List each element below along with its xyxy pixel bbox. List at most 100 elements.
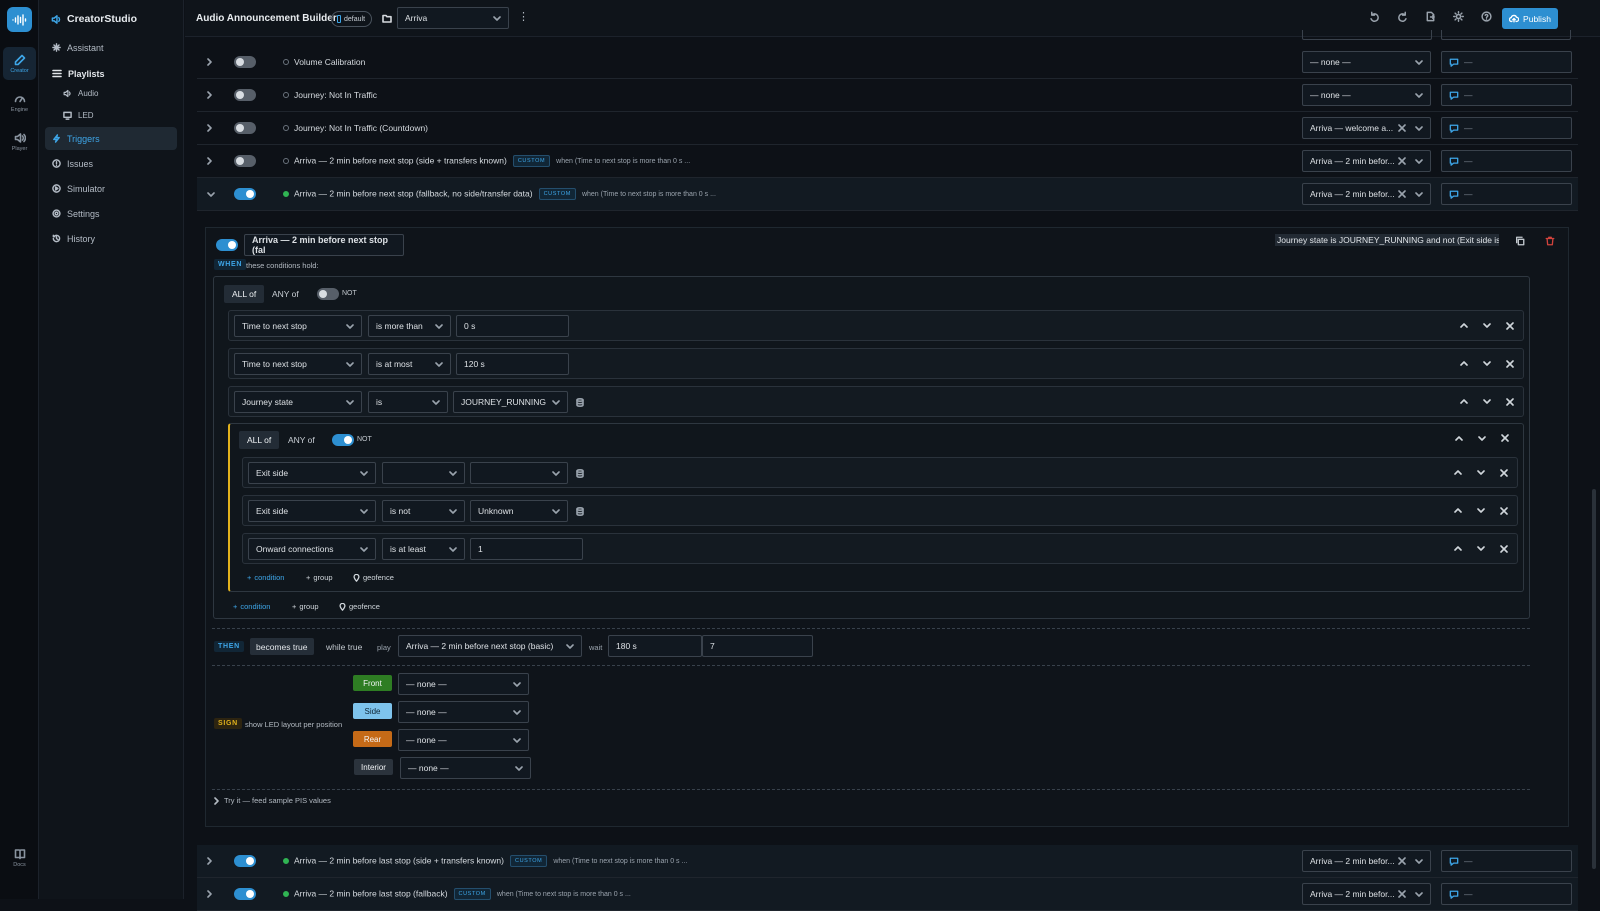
more-vertical-icon[interactable]: ⋮ xyxy=(518,12,529,23)
field-select[interactable]: Exit side xyxy=(248,500,376,522)
led-layout-select[interactable]: — none — xyxy=(400,757,531,779)
led-layout-select[interactable]: — none — xyxy=(398,701,529,723)
trash-icon[interactable] xyxy=(1545,236,1555,246)
help-icon[interactable] xyxy=(1481,11,1492,22)
trigger-row[interactable]: Volume Calibration — none — — xyxy=(197,46,1578,79)
expand-toggle[interactable] xyxy=(207,91,212,99)
rail-docs[interactable]: Docs xyxy=(3,841,36,874)
row-audio-select[interactable]: Arriva — 2 min befor... xyxy=(1302,150,1431,172)
row-audio-select[interactable]: Arriva — 2 min befor... xyxy=(1302,183,1431,205)
row-audio-select[interactable]: Arriva — welcome a... xyxy=(1302,117,1431,139)
remove-condition-button[interactable] xyxy=(1506,360,1514,368)
operator-select[interactable]: is more than xyxy=(368,315,451,337)
expand-toggle[interactable] xyxy=(207,857,212,865)
scrollbar-thumb[interactable] xyxy=(1592,489,1596,869)
trigger-enabled-toggle[interactable] xyxy=(234,155,256,167)
database-icon[interactable] xyxy=(576,507,584,516)
remove-condition-button[interactable] xyxy=(1500,469,1508,477)
operator-select[interactable]: is xyxy=(368,391,448,413)
row-message-input[interactable]: — xyxy=(1441,850,1572,872)
move-down-button[interactable] xyxy=(1483,323,1491,328)
row-message-input[interactable]: — xyxy=(1441,84,1572,106)
field-select[interactable]: Time to next stop xyxy=(234,353,362,375)
move-down-button[interactable] xyxy=(1483,361,1491,366)
chevron-up-icon[interactable] xyxy=(1455,436,1463,441)
value-input[interactable]: 1 xyxy=(470,538,583,560)
sidebar-item-history[interactable]: History xyxy=(45,227,177,250)
row-message-input[interactable]: — xyxy=(1441,51,1572,73)
redo-icon[interactable] xyxy=(1397,11,1408,22)
expand-toggle[interactable] xyxy=(207,191,215,197)
row-message-input[interactable]: — xyxy=(1441,183,1572,205)
tab-any-of[interactable]: ANY of xyxy=(280,431,323,449)
rail-engine[interactable]: Engine xyxy=(3,86,36,119)
value-select[interactable] xyxy=(470,462,568,484)
trigger-enabled-toggle[interactable] xyxy=(234,188,256,200)
row-message-input[interactable]: — xyxy=(1441,117,1572,139)
row-message-input[interactable]: — xyxy=(1441,883,1572,905)
expand-toggle[interactable] xyxy=(207,157,212,165)
add-condition-button[interactable]: + condition xyxy=(247,573,284,582)
clear-icon[interactable] xyxy=(1398,124,1406,132)
move-up-button[interactable] xyxy=(1454,508,1462,513)
row-message-input[interactable]: — xyxy=(1441,150,1572,172)
database-icon[interactable] xyxy=(576,398,584,407)
field-select[interactable]: Exit side xyxy=(248,462,376,484)
add-group-button[interactable]: + group xyxy=(292,602,319,611)
add-condition-button[interactable]: + condition xyxy=(233,602,270,611)
row-audio-select[interactable]: Arriva — 2 min befor... xyxy=(1302,850,1431,872)
row-audio-select[interactable]: Arriva — 2 min befor... xyxy=(1302,883,1431,905)
trigger-row[interactable]: Arriva — 2 min before last stop (fallbac… xyxy=(197,878,1578,911)
field-select[interactable]: Onward connections xyxy=(248,538,376,560)
wait-input[interactable]: 180 s xyxy=(608,635,702,657)
trigger-row[interactable]: Journey: Not In Traffic — none — — xyxy=(197,79,1578,112)
value-input[interactable]: 0 s xyxy=(456,315,569,337)
field-select[interactable]: Journey state xyxy=(234,391,362,413)
trigger-enabled-toggle[interactable] xyxy=(234,56,256,68)
trigger-row[interactable]: Arriva — 2 min before last stop (side + … xyxy=(197,845,1578,878)
expand-toggle[interactable] xyxy=(207,124,212,132)
database-icon[interactable] xyxy=(576,469,584,478)
move-down-button[interactable] xyxy=(1477,470,1485,475)
clear-icon[interactable] xyxy=(1398,157,1406,165)
folder-icon[interactable] xyxy=(382,14,392,23)
editor-enabled-toggle[interactable] xyxy=(216,239,238,251)
move-up-button[interactable] xyxy=(1454,470,1462,475)
chevron-down-icon[interactable] xyxy=(1478,436,1486,441)
operator-select[interactable]: is not xyxy=(382,500,465,522)
remove-condition-button[interactable] xyxy=(1506,398,1514,406)
sidebar-item-settings[interactable]: Settings xyxy=(45,202,177,225)
clear-icon[interactable] xyxy=(1398,890,1406,898)
operator-select[interactable] xyxy=(382,462,465,484)
add-geofence-button[interactable]: geofence xyxy=(353,573,394,582)
play-select[interactable]: Arriva — 2 min before next stop (basic) xyxy=(398,635,582,657)
value-input[interactable]: 120 s xyxy=(456,353,569,375)
move-up-button[interactable] xyxy=(1454,546,1462,551)
rail-player[interactable]: Player xyxy=(3,125,36,158)
clear-icon[interactable] xyxy=(1398,190,1406,198)
add-group-button[interactable]: + group xyxy=(306,573,333,582)
sidebar-item-led[interactable]: LED xyxy=(45,105,177,125)
move-down-button[interactable] xyxy=(1477,546,1485,551)
app-logo-icon[interactable] xyxy=(7,7,32,32)
move-up-button[interactable] xyxy=(1460,323,1468,328)
not-toggle[interactable] xyxy=(332,434,354,446)
sidebar-item-playlists[interactable]: Playlists xyxy=(45,62,177,85)
sidebar-item-simulator[interactable]: Simulator xyxy=(45,177,177,200)
trigger-enabled-toggle[interactable] xyxy=(234,888,256,900)
undo-icon[interactable] xyxy=(1369,11,1380,22)
remove-condition-button[interactable] xyxy=(1506,322,1514,330)
trigger-enabled-toggle[interactable] xyxy=(234,855,256,867)
move-up-button[interactable] xyxy=(1460,399,1468,404)
export-icon[interactable] xyxy=(1425,11,1436,22)
rail-creator[interactable]: Creator xyxy=(3,47,36,80)
publish-button[interactable]: Publish xyxy=(1502,8,1558,29)
not-toggle[interactable] xyxy=(317,288,339,300)
trigger-row[interactable]: Arriva — 2 min before next stop (fallbac… xyxy=(197,178,1578,211)
sun-icon[interactable] xyxy=(1453,11,1464,22)
sidebar-item-assistant[interactable]: Assistant xyxy=(45,36,177,59)
tab-all-of[interactable]: ALL of xyxy=(224,285,265,303)
trigger-row[interactable]: Journey: Not In Traffic (Countdown) Arriv… xyxy=(197,112,1578,145)
led-layout-select[interactable]: — none — xyxy=(398,673,529,695)
copy-icon[interactable] xyxy=(1515,236,1525,246)
